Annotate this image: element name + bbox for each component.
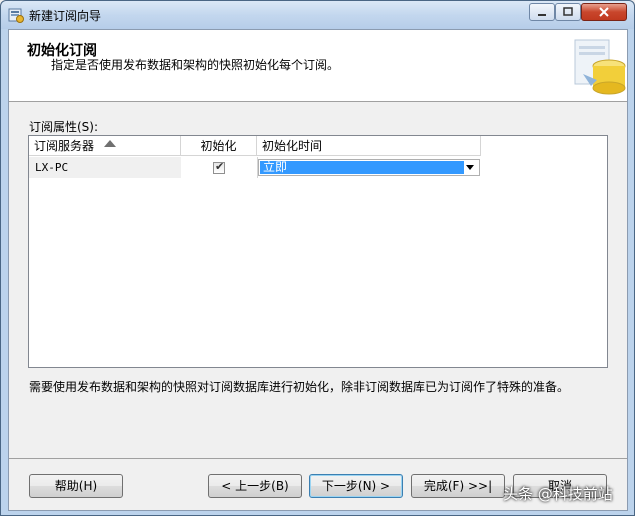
close-button[interactable] bbox=[581, 3, 627, 21]
column-header-subscriber[interactable]: 订阅服务器 bbox=[29, 136, 181, 156]
column-header-initialize[interactable]: 初始化 bbox=[181, 136, 257, 156]
subscription-properties-label: 订阅属性(S): bbox=[29, 120, 99, 134]
chevron-down-icon[interactable] bbox=[466, 165, 474, 170]
maximize-icon bbox=[563, 7, 573, 16]
minimize-button[interactable] bbox=[529, 3, 555, 21]
init-time-dropdown[interactable]: 立即 bbox=[258, 159, 480, 176]
column-header-label: 初始化 bbox=[200, 139, 237, 153]
column-header-init-time[interactable]: 初始化时间 bbox=[257, 136, 481, 156]
subscription-properties-grid[interactable]: 订阅服务器 初始化 初始化时间 LX-PC ✔ 立即 bbox=[28, 135, 608, 368]
init-time-selected-value: 立即 bbox=[260, 161, 464, 174]
grid-header: 订阅服务器 初始化 初始化时间 bbox=[29, 136, 481, 156]
footer-divider bbox=[9, 458, 627, 459]
column-header-label: 订阅服务器 bbox=[34, 139, 95, 153]
back-button[interactable]: < 上一步(B) bbox=[208, 474, 302, 498]
close-icon bbox=[599, 7, 609, 17]
wizard-app-icon bbox=[8, 8, 24, 23]
wizard-body: 初始化订阅 指定是否使用发布数据和架构的快照初始化每个订阅。 订阅属性(S): … bbox=[8, 29, 628, 511]
maximize-button[interactable] bbox=[555, 3, 581, 21]
finish-button[interactable]: 完成(F) >>| bbox=[411, 474, 505, 498]
table-row[interactable]: LX-PC ✔ 立即 bbox=[29, 157, 481, 178]
wizard-header: 初始化订阅 指定是否使用发布数据和架构的快照初始化每个订阅。 bbox=[9, 30, 627, 102]
page-subtitle: 指定是否使用发布数据和架构的快照初始化每个订阅。 bbox=[51, 58, 340, 72]
checkmark-icon: ✔ bbox=[215, 160, 225, 173]
wizard-window: 新建订阅向导 初始化订阅 指定是否使用发布数据和架构的快照初始化每个订阅。 订阅… bbox=[0, 0, 635, 516]
initialize-checkbox[interactable]: ✔ bbox=[213, 160, 225, 174]
init-time-cell: 立即 bbox=[257, 157, 481, 178]
window-title: 新建订阅向导 bbox=[29, 9, 102, 23]
minimize-icon bbox=[538, 14, 546, 16]
description-text: 需要使用发布数据和架构的快照对订阅数据库进行初始化，除非订阅数据库已为订阅作了特… bbox=[29, 380, 570, 394]
sort-ascending-icon bbox=[104, 140, 116, 147]
database-banner-icon bbox=[574, 39, 626, 95]
initialize-cell: ✔ bbox=[181, 157, 257, 178]
column-header-label: 初始化时间 bbox=[262, 139, 323, 153]
next-button[interactable]: 下一步(N) > bbox=[309, 474, 403, 498]
watermark: 头条 @科技前站 bbox=[503, 485, 613, 503]
subscriber-cell: LX-PC bbox=[29, 157, 181, 178]
title-bar[interactable]: 新建订阅向导 bbox=[1, 1, 634, 29]
help-button[interactable]: 帮助(H) bbox=[29, 474, 123, 498]
